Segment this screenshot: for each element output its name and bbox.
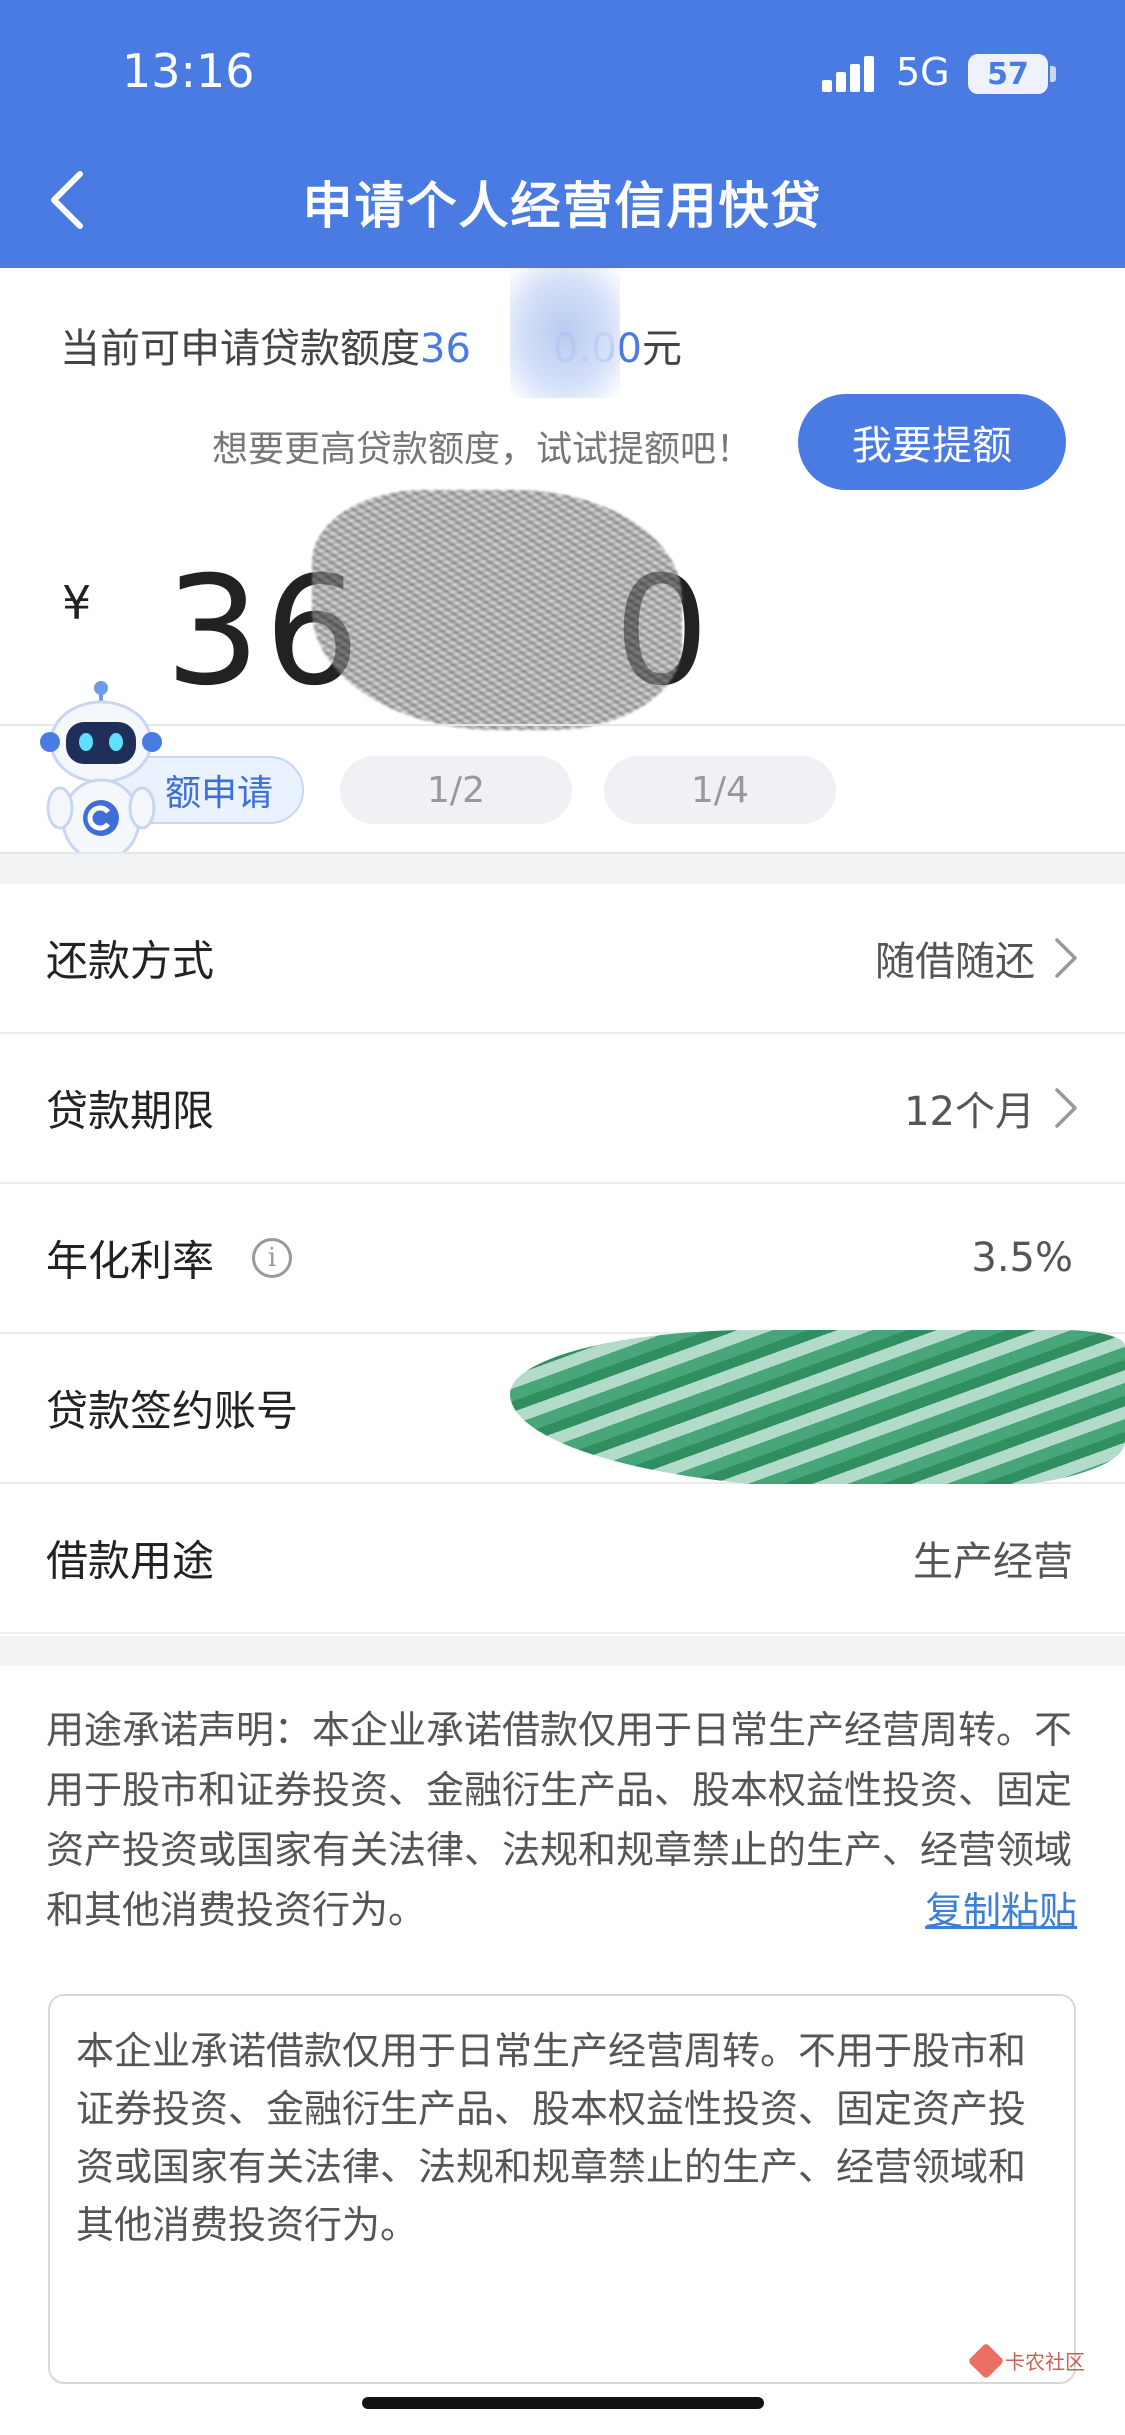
loan-purpose-value: 生产经营 bbox=[913, 1539, 1073, 1585]
currency-symbol: ¥ bbox=[62, 576, 92, 630]
annual-rate-value: 3.5% bbox=[971, 1235, 1073, 1281]
copy-paste-link[interactable]: 复制粘贴 bbox=[925, 1880, 1077, 1935]
redaction-scribble bbox=[312, 490, 682, 730]
repayment-method-row[interactable]: 还款方式 随借随还 bbox=[0, 884, 1125, 1034]
loan-application-page: 13:16 5G 57 申请个人经营信用快贷 当前可申请贷款额度360.00元 … bbox=[0, 0, 1125, 2435]
chevron-right-icon bbox=[1055, 1088, 1077, 1128]
signal-icon bbox=[822, 56, 878, 92]
assistant-robot-icon[interactable] bbox=[36, 680, 166, 870]
battery-cap bbox=[1050, 66, 1056, 82]
repayment-method-value: 随借随还 bbox=[875, 939, 1035, 985]
quota-unit: 元 bbox=[641, 326, 682, 372]
loan-purpose-row: 借款用途 生产经营 bbox=[0, 1484, 1125, 1634]
loan-term-value: 12个月 bbox=[904, 1089, 1035, 1135]
watermark-logo-icon bbox=[967, 2342, 1005, 2379]
watermark: 卡农社区 bbox=[967, 2342, 1085, 2379]
divider bbox=[0, 724, 1125, 726]
annual-rate-row: 年化利率 i 3.5% bbox=[0, 1184, 1125, 1334]
raise-hint: 想要更高贷款额度，试试提额吧！ bbox=[212, 429, 753, 470]
signing-account-label: 贷款签约账号 bbox=[46, 1386, 299, 1436]
chip-quarter-amount[interactable]: 1/4 bbox=[604, 756, 836, 824]
chip-half-amount[interactable]: 1/2 bbox=[340, 756, 572, 824]
declaration-textarea[interactable]: 本企业承诺借款仅用于日常生产经营周转。不用于股市和证券投资、金融衍生产品、股本权… bbox=[48, 1994, 1076, 2384]
home-indicator[interactable] bbox=[362, 2397, 764, 2409]
section-gap bbox=[0, 1636, 1125, 1666]
loan-term-label: 贷款期限 bbox=[46, 1086, 215, 1136]
info-icon[interactable]: i bbox=[252, 1238, 292, 1278]
battery-icon: 57 bbox=[968, 54, 1048, 94]
app-header: 13:16 5G 57 申请个人经营信用快贷 bbox=[0, 0, 1125, 268]
status-time: 13:16 bbox=[122, 44, 255, 98]
loan-term-row[interactable]: 贷款期限 12个月 bbox=[0, 1034, 1125, 1184]
watermark-text: 卡农社区 bbox=[1005, 2350, 1085, 2374]
annual-rate-label: 年化利率 bbox=[46, 1236, 215, 1286]
chevron-right-icon bbox=[1055, 938, 1077, 978]
network-type: 5G bbox=[896, 50, 950, 94]
page-title: 申请个人经营信用快贷 bbox=[302, 177, 823, 235]
quota-label: 当前可申请贷款额度 bbox=[60, 326, 420, 372]
raise-limit-button[interactable]: 我要提额 bbox=[798, 394, 1066, 490]
redaction-mask bbox=[510, 268, 620, 398]
section-gap bbox=[0, 854, 1125, 884]
repayment-method-label: 还款方式 bbox=[46, 936, 215, 986]
quota-amount-prefix: 36 bbox=[420, 326, 471, 372]
loan-purpose-label: 借款用途 bbox=[46, 1536, 215, 1586]
